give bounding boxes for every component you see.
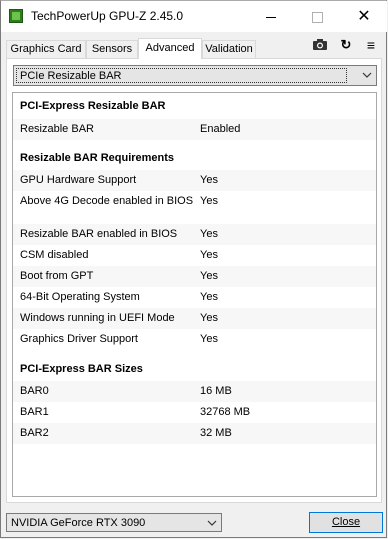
close-button[interactable]: Close bbox=[309, 512, 383, 533]
row-value: Yes bbox=[200, 249, 218, 261]
list-item: BAR1 32768 MB bbox=[13, 402, 376, 423]
section-title: PCI-Express BAR Sizes bbox=[20, 363, 143, 375]
row-value: Yes bbox=[200, 312, 218, 324]
list-item: BAR2 32 MB bbox=[13, 423, 376, 444]
row-value: Yes bbox=[200, 333, 218, 345]
list-item: 64-Bit Operating System Yes bbox=[13, 287, 376, 308]
section-title: PCI-Express Resizable BAR bbox=[20, 100, 166, 112]
maximize-button[interactable] bbox=[294, 1, 340, 32]
menu-icon[interactable]: ≡ bbox=[362, 37, 380, 53]
list-item: Resizable BAR Enabled bbox=[13, 119, 376, 140]
row-label: BAR2 bbox=[20, 427, 49, 439]
list-item: Boot from GPT Yes bbox=[13, 266, 376, 287]
tab-validation[interactable]: Validation bbox=[202, 40, 256, 59]
row-label: 64-Bit Operating System bbox=[20, 291, 140, 303]
row-label: BAR1 bbox=[20, 406, 49, 418]
close-window-button[interactable]: ✕ bbox=[341, 1, 387, 32]
row-label: Resizable BAR bbox=[20, 123, 94, 135]
advanced-panel: PCIe Resizable BAR PCI-Express Resizable… bbox=[6, 59, 382, 503]
list-item: CSM disabled Yes bbox=[13, 245, 376, 266]
chevron-down-icon bbox=[207, 520, 217, 526]
gpu-dropdown-value: NVIDIA GeForce RTX 3090 bbox=[11, 517, 146, 529]
maximize-icon bbox=[311, 12, 323, 24]
details-list[interactable]: PCI-Express Resizable BAR Resizable BAR … bbox=[12, 92, 377, 497]
section-dropdown[interactable]: PCIe Resizable BAR bbox=[13, 65, 377, 86]
camera-icon[interactable] bbox=[311, 37, 329, 53]
chevron-down-icon bbox=[362, 72, 372, 78]
close-icon: ✕ bbox=[357, 8, 371, 25]
row-value: 32768 MB bbox=[200, 406, 251, 418]
row-value: Yes bbox=[200, 291, 218, 303]
row-label: GPU Hardware Support bbox=[20, 174, 137, 186]
section-header: PCI-Express BAR Sizes bbox=[13, 350, 376, 381]
tab-graphics-card[interactable]: Graphics Card bbox=[6, 40, 86, 59]
list-item: Graphics Driver Support Yes bbox=[13, 329, 376, 350]
row-value: Yes bbox=[200, 270, 218, 282]
row-label: Boot from GPT bbox=[20, 270, 94, 282]
list-item: Resizable BAR enabled in BIOS Yes bbox=[13, 224, 376, 245]
row-label: Above 4G Decode enabled in BIOS bbox=[20, 195, 194, 207]
row-value: 32 MB bbox=[200, 427, 232, 439]
window-title: TechPowerUp GPU-Z 2.45.0 bbox=[31, 9, 184, 23]
row-value: Enabled bbox=[200, 123, 241, 135]
row-value: Yes bbox=[200, 195, 218, 207]
close-button-label: Close bbox=[331, 516, 361, 528]
list-item: GPU Hardware Support Yes bbox=[13, 170, 376, 191]
tab-sensors[interactable]: Sensors bbox=[86, 40, 138, 59]
section-header: Resizable BAR Requirements bbox=[13, 140, 376, 170]
row-value: 16 MB bbox=[200, 385, 232, 397]
minimize-icon bbox=[266, 17, 276, 19]
minimize-button[interactable] bbox=[248, 1, 294, 32]
row-value: Yes bbox=[200, 174, 218, 186]
row-label: Resizable BAR enabled in BIOS bbox=[20, 228, 178, 240]
section-title: Resizable BAR Requirements bbox=[20, 152, 175, 164]
list-item: Above 4G Decode enabled in BIOS Yes bbox=[13, 191, 376, 224]
title-bar[interactable]: TechPowerUp GPU-Z 2.45.0 ✕ bbox=[1, 1, 387, 32]
section-header: PCI-Express Resizable BAR bbox=[13, 93, 376, 119]
gpu-dropdown[interactable]: NVIDIA GeForce RTX 3090 bbox=[6, 513, 222, 532]
row-label: CSM disabled bbox=[20, 249, 89, 261]
row-label: Graphics Driver Support bbox=[20, 333, 138, 345]
refresh-icon[interactable]: ↻ bbox=[337, 37, 355, 53]
tab-advanced[interactable]: Advanced bbox=[138, 38, 202, 59]
list-item: BAR0 16 MB bbox=[13, 381, 376, 402]
gpuz-window: TechPowerUp GPU-Z 2.45.0 ✕ Graphics Card… bbox=[0, 0, 387, 538]
row-label: BAR0 bbox=[20, 385, 49, 397]
row-label: Windows running in UEFI Mode bbox=[20, 312, 175, 324]
section-dropdown-value: PCIe Resizable BAR bbox=[16, 68, 347, 83]
gpuz-app-icon bbox=[9, 9, 23, 23]
list-item: Windows running in UEFI Mode Yes bbox=[13, 308, 376, 329]
row-value: Yes bbox=[200, 228, 218, 240]
